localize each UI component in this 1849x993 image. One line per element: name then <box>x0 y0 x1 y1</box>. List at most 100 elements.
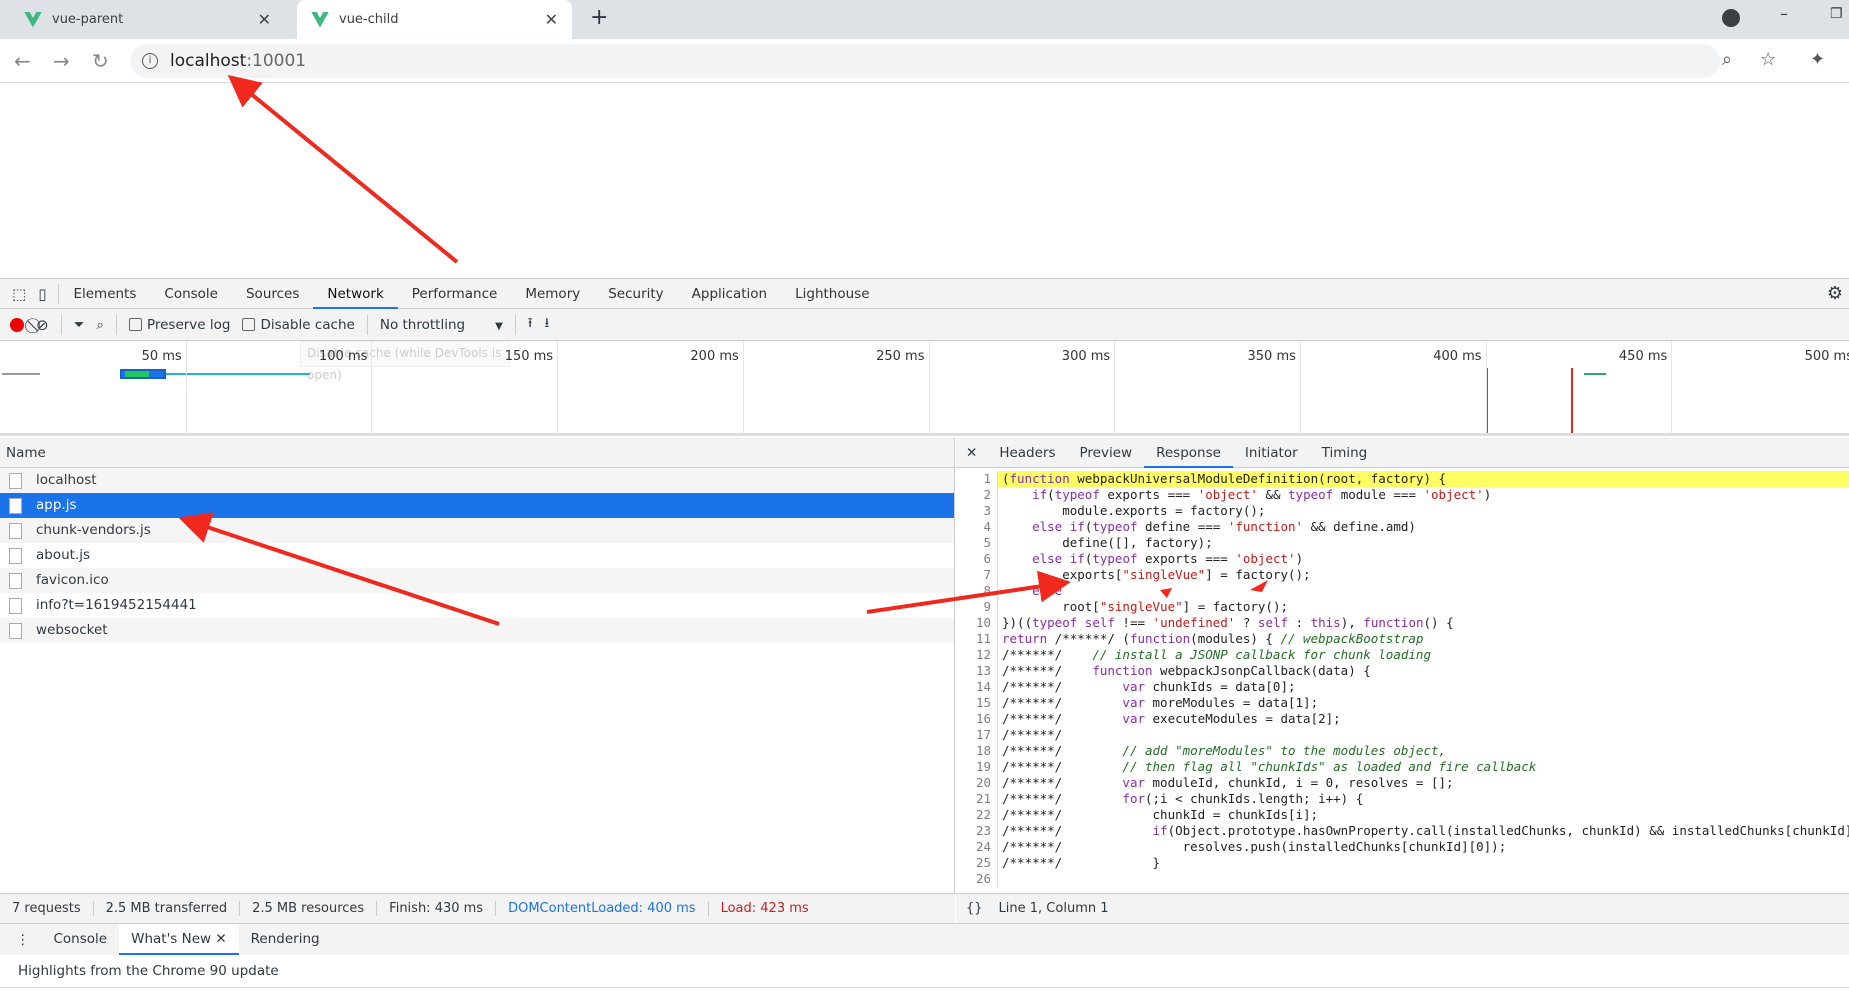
code-line: 22 /******/ chunkId = chunkIds[i]; <box>956 807 1849 823</box>
code-line: 16 /******/ var executeModules = data[2]; <box>956 711 1849 727</box>
code-token: typeof <box>1054 487 1100 502</box>
line-number: 13 <box>956 663 998 679</box>
timeline-gridline <box>928 341 930 433</box>
request-row[interactable]: chunk-vendors.js <box>0 518 954 543</box>
restore-icon[interactable]: ❐ <box>1830 6 1843 22</box>
code-token: 'object' <box>1235 551 1296 566</box>
response-code-viewer[interactable]: 1 (function webpackUniversalModuleDefinit… <box>956 471 1849 921</box>
tab-initiator[interactable]: Initiator <box>1233 438 1310 468</box>
code-token: function <box>1129 631 1191 646</box>
url-input[interactable]: i localhost:10001 <box>130 44 1720 78</box>
tab-network[interactable]: Network <box>313 279 398 309</box>
tab-application[interactable]: Application <box>678 279 781 309</box>
reload-icon[interactable]: ↻ <box>92 49 109 73</box>
forward-icon[interactable]: → <box>53 49 70 73</box>
browser-tab-vue-child[interactable]: vue-child ✕ <box>297 0 572 39</box>
drawer-tabs: ⋮ Console What's New ✕ Rendering <box>0 923 1849 955</box>
request-row[interactable]: about.js <box>0 543 954 568</box>
timeline-gridline <box>557 341 559 433</box>
line-number: 25 <box>956 855 998 871</box>
code-line: 2 if(typeof exports === 'object' && type… <box>956 487 1849 503</box>
line-number: 17 <box>956 727 998 743</box>
code-line: 3 module.exports = factory(); <box>956 503 1849 519</box>
close-icon[interactable]: ✕ <box>258 10 271 29</box>
code-token: function <box>1363 615 1424 630</box>
bookmark-star-icon[interactable]: ☆ <box>1760 49 1776 70</box>
name-column-header[interactable]: Name <box>0 438 954 468</box>
import-har-icon[interactable]: ⭱ <box>528 313 533 336</box>
inspect-element-icon[interactable]: ⬚ <box>0 285 32 303</box>
tab-timing[interactable]: Timing <box>1310 438 1380 468</box>
network-overview-timeline[interactable]: Disable cache (while DevTools is open) 5… <box>0 341 1849 436</box>
export-har-icon[interactable]: ⭳ <box>545 313 550 336</box>
tab-memory[interactable]: Memory <box>511 279 594 309</box>
tab-console[interactable]: Console <box>150 279 232 309</box>
close-icon[interactable]: ✕ <box>956 445 987 461</box>
tab-response[interactable]: Response <box>1144 438 1233 468</box>
code-line: 25 /******/ } <box>956 855 1849 871</box>
request-row[interactable]: favicon.ico <box>0 568 954 593</box>
clear-icon[interactable]: ⃠⊘ <box>36 316 49 334</box>
code-line: 5 define([], factory); <box>956 535 1849 551</box>
disable-cache-checkbox[interactable]: Disable cache <box>242 317 355 333</box>
new-tab-button[interactable]: + <box>590 5 608 30</box>
tab-security[interactable]: Security <box>594 279 677 309</box>
preserve-log-checkbox[interactable]: Preserve log <box>128 317 230 333</box>
file-icon <box>9 472 22 489</box>
code-token: if <box>1152 823 1168 838</box>
browser-tab-vue-parent[interactable]: vue-parent ✕ <box>10 0 285 39</box>
drawer-tab-console[interactable]: Console <box>42 924 120 955</box>
tab-lighthouse[interactable]: Lighthouse <box>781 279 883 309</box>
pretty-print-icon[interactable]: {} <box>966 901 983 916</box>
line-number: 5 <box>956 535 998 551</box>
line-number: 14 <box>956 679 998 695</box>
tab-headers[interactable]: Headers <box>987 438 1067 468</box>
tab-preview[interactable]: Preview <box>1068 438 1145 468</box>
drawer-tab-rendering[interactable]: Rendering <box>239 924 332 955</box>
profile-icon[interactable] <box>1722 9 1740 27</box>
minimize-icon[interactable]: – <box>1780 4 1788 23</box>
more-menu-icon[interactable]: ⋮ <box>0 932 42 948</box>
code-token: else <box>1032 519 1063 534</box>
line-number: 4 <box>956 519 998 535</box>
code-line: 19 /******/ // then flag all "chunkIds" a… <box>956 759 1849 775</box>
request-row[interactable]: info?t=1619452154441 <box>0 593 954 618</box>
drawer-tab-whats-new[interactable]: What's New ✕ <box>119 924 239 955</box>
domcontentloaded-time: DOMContentLoaded: 400 ms <box>496 901 709 916</box>
record-icon[interactable] <box>10 317 24 332</box>
tab-sources[interactable]: Sources <box>232 279 313 309</box>
settings-gear-icon[interactable]: ⚙ <box>1827 283 1849 304</box>
info-icon[interactable]: i <box>142 53 158 69</box>
tab-title: vue-parent <box>52 12 124 27</box>
timeline-tick-label: 400 ms <box>1433 349 1482 364</box>
code-line: 26 <box>956 871 1849 887</box>
request-row[interactable]: localhost <box>0 468 954 493</box>
tab-performance[interactable]: Performance <box>398 279 512 309</box>
close-icon[interactable]: ✕ <box>215 931 226 947</box>
code-line: 20 /******/ var moduleId, chunkId, i = 0,… <box>956 775 1849 791</box>
extensions-icon[interactable]: ✦ <box>1810 49 1825 70</box>
request-name: localhost <box>36 472 97 488</box>
waterfall-bar <box>2 373 40 375</box>
filter-icon[interactable]: ⏷ <box>74 317 85 333</box>
code-line: 21 /******/ for(;i < chunkIds.length; i++… <box>956 791 1849 807</box>
code-text: else if(typeof define === 'function' && … <box>1032 519 1416 534</box>
zoom-icon[interactable]: ⌕ <box>1722 49 1732 70</box>
code-text: /******/ // add "moreModules" to the mod… <box>1002 743 1447 758</box>
whats-new-content: Highlights from the Chrome 90 update <box>0 955 1849 988</box>
code-token: var <box>1122 775 1145 790</box>
throttling-select[interactable]: No throttling ▼ <box>380 317 503 333</box>
code-text: root["singleVue"] = factory(); <box>1002 599 1288 614</box>
tab-elements[interactable]: Elements <box>59 279 150 309</box>
code-text: /******/ var chunkIds = data[0]; <box>1002 679 1296 694</box>
device-toolbar-icon[interactable]: ▯ <box>32 285 58 303</box>
back-icon[interactable]: ← <box>14 49 31 73</box>
code-line: 10})((typeof self !== 'undefined' ? self… <box>956 615 1849 631</box>
request-row[interactable]: websocket <box>0 618 954 643</box>
code-line: 12 /******/ // install a JSONP callback f… <box>956 647 1849 663</box>
close-icon[interactable]: ✕ <box>545 10 558 29</box>
request-row[interactable]: app.js <box>0 493 954 518</box>
code-text: /******/ } <box>1002 855 1161 870</box>
request-name: app.js <box>36 497 77 513</box>
search-icon[interactable]: ⌕ <box>96 317 104 333</box>
